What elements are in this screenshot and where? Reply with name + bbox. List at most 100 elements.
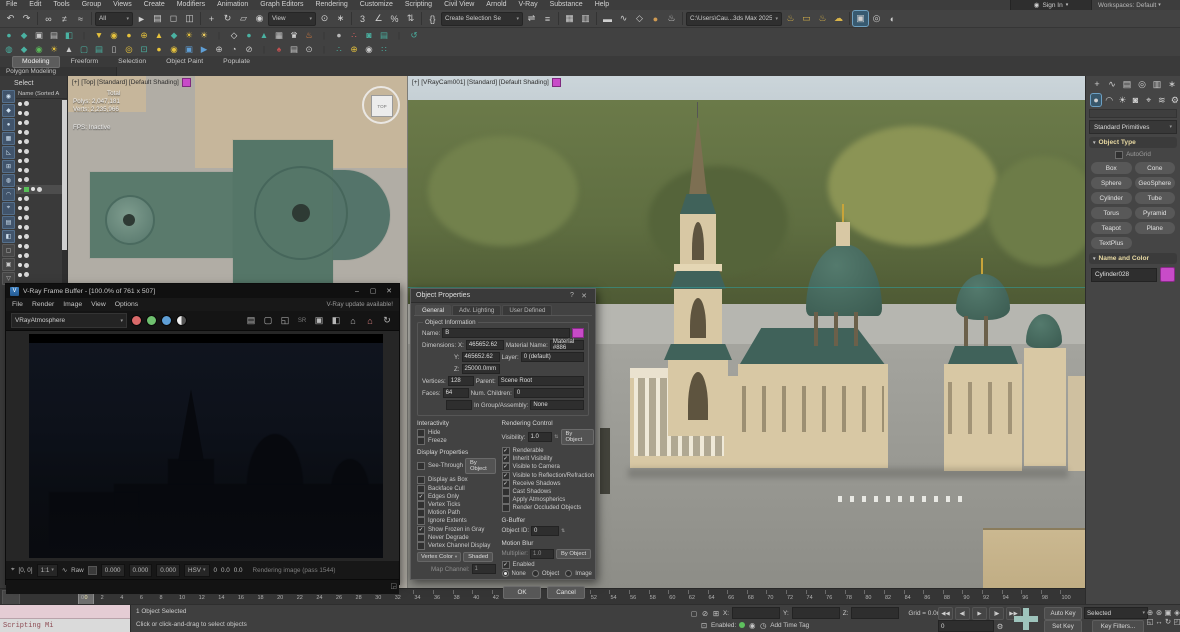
object-type-rollout[interactable]: ▾ Object Type [1089, 137, 1177, 148]
t2-icon-3[interactable]: ▣ [33, 29, 45, 41]
checkbox-box[interactable] [417, 534, 425, 542]
timeline-tick-56[interactable]: 56 [629, 589, 649, 605]
object-color-swatch[interactable] [572, 328, 584, 338]
t2-sep[interactable]: | [78, 29, 90, 41]
t2b-icon-16[interactable]: ◔ [228, 43, 240, 55]
menu-graph-editors[interactable]: Graph Editors [254, 0, 309, 10]
object-properties-dialog[interactable]: Object Properties ? ✕ GeneralAdv. Lighti… [410, 288, 596, 580]
spinner-snap-icon[interactable]: ⇅ [403, 11, 418, 26]
adaptive-degradation-icon[interactable]: ⊡ [700, 621, 708, 629]
dim-x-field[interactable]: 465652.62 [466, 340, 504, 350]
workspaces-dropdown[interactable]: Workspaces: Default ▾ [1098, 0, 1180, 10]
t2b-icon-4[interactable]: ☀ [48, 43, 60, 55]
select-and-scale-icon[interactable]: ▱ [236, 11, 251, 26]
hsv-dropdown[interactable]: HSV ▾ [184, 564, 209, 577]
scene-explorer-row[interactable] [16, 251, 67, 261]
t2-icon-14[interactable]: ◇ [228, 29, 240, 41]
primitive-button-pyramid[interactable]: Pyramid [1135, 207, 1176, 219]
checkbox-box[interactable] [417, 476, 425, 484]
checkbox-box[interactable] [417, 501, 425, 509]
viewport-label[interactable]: [+] [VRayCam001] [Standard] [Default Sha… [412, 78, 561, 87]
primitive-button-teapot[interactable]: Teapot [1091, 222, 1132, 234]
object-color-swatch[interactable] [1160, 267, 1175, 282]
checkbox-box[interactable] [502, 488, 510, 496]
zoom-region-icon[interactable]: ◱ [1146, 617, 1154, 625]
zoom-all-icon[interactable]: ⊛ [1155, 608, 1163, 616]
checkbox-motion-path[interactable]: Motion Path [417, 509, 496, 517]
scene-explorer-row[interactable] [16, 261, 67, 271]
render-setup-teapot-icon[interactable]: ♨ [783, 11, 798, 26]
radio-none[interactable]: None [502, 570, 526, 578]
checkbox-freeze[interactable]: Freeze [417, 437, 496, 445]
menu-views[interactable]: Views [107, 0, 138, 10]
vfb-title-bar[interactable]: V V-Ray Frame Buffer - [100.0% of 761 x … [6, 284, 399, 298]
key-filters-button[interactable]: Key Filters... [1092, 620, 1144, 632]
tab-user-defined[interactable]: User Defined [502, 305, 552, 315]
timeline-tick-100[interactable]: 100 [1060, 589, 1080, 605]
checkbox-box[interactable]: ✓ [417, 493, 425, 501]
t2b-icon-5[interactable]: ▲ [63, 43, 75, 55]
dim-z-field[interactable]: 25000.0mm [462, 364, 500, 374]
checkbox-box[interactable]: ✓ [502, 455, 510, 463]
checkbox-box[interactable]: ✓ [502, 463, 510, 471]
t2-icon-15[interactable]: ● [243, 29, 255, 41]
hierarchy-tab-icon[interactable]: ▤ [1121, 78, 1133, 90]
checkbox-box[interactable]: ✓ [502, 472, 510, 480]
ribbon-subpanel[interactable]: Polygon Modeling [0, 67, 117, 76]
isolate-selection-icon[interactable]: ◻ [690, 609, 698, 617]
absolute-mode-icon[interactable]: ⊞ [712, 609, 720, 617]
menu-civil-view[interactable]: Civil View [438, 0, 480, 10]
scene-explorer-row[interactable] [16, 147, 67, 157]
explorer-filter-icon-10[interactable]: ▤ [2, 216, 15, 229]
ribbon-tab-selection[interactable]: Selection [109, 57, 155, 67]
lights-icon[interactable]: ☀ [1117, 94, 1127, 106]
mirror-icon[interactable]: ⇌ [524, 11, 539, 26]
render-history-icon[interactable]: ↻ [380, 314, 394, 327]
show-last-vfb-icon[interactable]: ▣ [312, 314, 326, 327]
dialog-title-bar[interactable]: Object Properties ? ✕ [411, 289, 595, 303]
project-folder-dropdown[interactable]: C:\Users\Cau...3ds Max 2025▾ [686, 12, 782, 26]
timeline-tick-70[interactable]: 70 [766, 589, 786, 605]
z-coordinate-field[interactable] [851, 607, 899, 619]
ok-button[interactable]: OK [503, 586, 541, 599]
scene-explorer-row[interactable] [16, 137, 67, 147]
select-and-manipulate-icon[interactable]: ∗ [333, 11, 348, 26]
menu-modifiers[interactable]: Modifiers [171, 0, 211, 10]
curve-icon[interactable]: ∿ [62, 567, 67, 574]
checkbox-visible-to-reflection-refraction[interactable]: ✓Visible to Reflection/Refraction [502, 472, 595, 480]
selection-set-dropdown[interactable]: Selected ▾ [1084, 607, 1148, 619]
t2-icon-10[interactable]: ▲ [153, 29, 165, 41]
vray-last-render-icon[interactable]: ◎ [869, 11, 884, 26]
interactive-render-icon[interactable]: ⌂ [363, 314, 377, 327]
primitive-button-geosphere[interactable]: GeoSphere [1135, 177, 1176, 189]
select-and-rotate-icon[interactable]: ↻ [220, 11, 235, 26]
timeline-tick-62[interactable]: 62 [688, 589, 708, 605]
scene-explorer-row[interactable] [16, 232, 67, 242]
t2b-icon-8[interactable]: ▯ [108, 43, 120, 55]
scene-explorer-scrollbar[interactable] [62, 100, 67, 290]
t2-icon-2[interactable]: ◆ [18, 29, 30, 41]
checkbox-render-occluded-objects[interactable]: Render Occluded Objects [502, 504, 595, 512]
orbit-icon[interactable]: ↻ [1164, 617, 1172, 625]
explorer-tool-icon-1[interactable]: ▢ [2, 244, 15, 257]
timeline-tick-76[interactable]: 76 [825, 589, 845, 605]
visibility-field[interactable]: 1.0 [528, 432, 553, 442]
minimize-icon[interactable]: – [351, 286, 363, 296]
t2-icon-11[interactable]: ◆ [168, 29, 180, 41]
t2-icon-1[interactable]: ● [3, 29, 15, 41]
t2b-icon-22[interactable]: ⊕ [348, 43, 360, 55]
x-coordinate-field[interactable] [732, 607, 780, 619]
checkbox-box[interactable] [417, 517, 425, 525]
viewport-label-text[interactable]: [+] [Top] [Standard] [Default Shading] [72, 79, 179, 86]
t2b-icon-14[interactable]: ▶ [198, 43, 210, 55]
primitive-button-tube[interactable]: Tube [1135, 192, 1176, 204]
menu-animation[interactable]: Animation [211, 0, 254, 10]
t2b-icon-18[interactable]: ♠ [273, 43, 285, 55]
red-channel-toggle[interactable] [131, 315, 142, 326]
t2b-icon-3[interactable]: ◉ [33, 43, 45, 55]
see-through-by-object-button[interactable]: By Object [465, 458, 496, 474]
t2b-icon-6[interactable]: ▢ [78, 43, 90, 55]
checkbox-never-degrade[interactable]: Never Degrade [417, 534, 496, 542]
t2b-icon-1[interactable]: ◍ [3, 43, 15, 55]
t2-icon-8[interactable]: ● [123, 29, 135, 41]
